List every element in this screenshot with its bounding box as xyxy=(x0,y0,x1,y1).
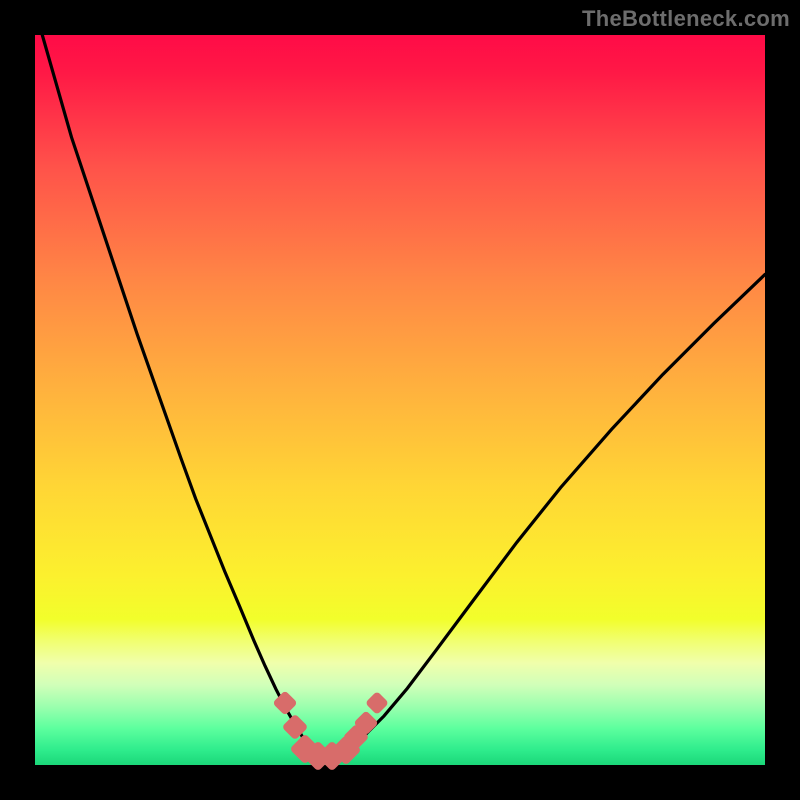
curve-svg xyxy=(35,35,765,765)
plot-area xyxy=(35,35,765,765)
bottleneck-curve xyxy=(42,35,765,757)
chart-frame: TheBottleneck.com xyxy=(0,0,800,800)
watermark-text: TheBottleneck.com xyxy=(582,6,790,32)
